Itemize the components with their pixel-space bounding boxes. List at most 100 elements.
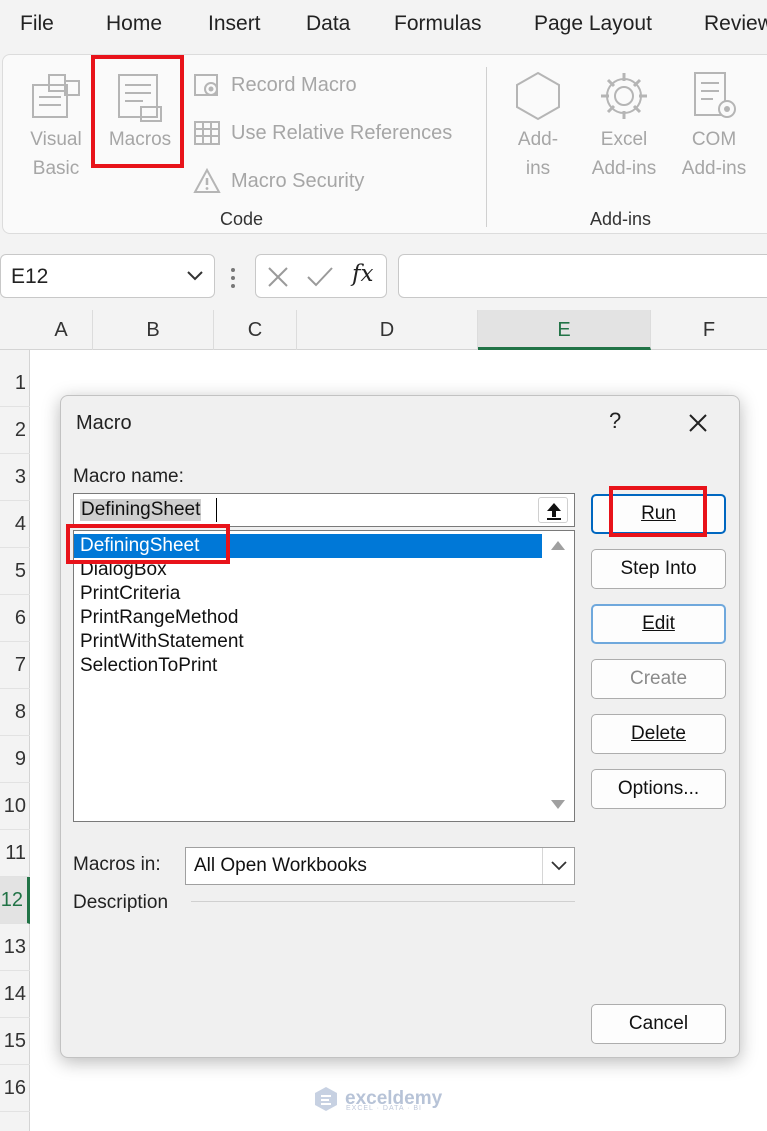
chevron-down-icon[interactable] [186, 269, 204, 283]
menu-home[interactable]: Home [106, 12, 162, 36]
exceldemy-logo-icon [315, 1087, 337, 1111]
row-header[interactable]: 6 [0, 595, 30, 642]
menu-insert[interactable]: Insert [208, 12, 261, 36]
relative-references-icon [194, 121, 220, 145]
row-headers: 1 2 3 4 5 6 7 8 9 10 11 12 13 14 15 16 [0, 350, 30, 1131]
insert-function-icon[interactable]: fx [352, 261, 373, 287]
options-button[interactable]: Options... [591, 769, 726, 809]
warning-icon [193, 167, 221, 193]
edit-button-label: Edit [642, 613, 675, 634]
column-headers: A B C D E F [0, 310, 767, 350]
step-into-button[interactable]: Step Into [591, 549, 726, 589]
delete-button[interactable]: Delete [591, 714, 726, 754]
excel-add-ins-label-1: Excel [600, 129, 648, 150]
menu-review[interactable]: Review [704, 12, 767, 36]
macro-list[interactable]: DefiningSheet DialogBox PrintCriteria Pr… [73, 530, 575, 822]
column-header-d[interactable]: D [297, 310, 478, 350]
excel-add-ins-label-2: Add-ins [591, 158, 657, 179]
row-header[interactable]: 13 [0, 924, 30, 971]
row-header[interactable]: 1 [0, 360, 30, 407]
use-relative-references-button[interactable]: Use Relative References [193, 117, 452, 149]
use-relative-references-label: Use Relative References [231, 121, 453, 144]
menu-formulas[interactable]: Formulas [394, 12, 482, 36]
list-item[interactable]: PrintRangeMethod [74, 606, 238, 630]
dialog-title: Macro [76, 412, 132, 434]
name-box[interactable]: E12 [0, 254, 215, 298]
description-divider [191, 901, 575, 902]
com-add-ins-button[interactable]: COM Add-ins [671, 67, 757, 183]
com-add-ins-label-2: Add-ins [681, 158, 747, 179]
scroll-up-icon[interactable] [550, 539, 566, 551]
name-box-value: E12 [11, 265, 49, 288]
record-macro-button[interactable]: Record Macro [193, 69, 357, 101]
column-header-e[interactable]: E [478, 310, 651, 350]
row-header[interactable]: 4 [0, 501, 30, 548]
selected-macro-highlight-box [66, 524, 230, 564]
visual-basic-label-1: Visual [30, 129, 82, 150]
macros-in-select[interactable]: All Open Workbooks [185, 847, 575, 885]
watermark-tagline: EXCEL · DATA · BI [346, 1105, 422, 1112]
column-header-c[interactable]: C [214, 310, 297, 350]
confirm-entry-icon[interactable] [306, 265, 334, 289]
list-item[interactable]: PrintCriteria [74, 582, 180, 606]
macro-security-button[interactable]: Macro Security [193, 165, 364, 197]
list-item[interactable]: PrintWithStatement [74, 630, 244, 654]
row-header[interactable]: 15 [0, 1018, 30, 1065]
code-group-label: Code [220, 209, 264, 229]
menu-page-layout[interactable]: Page Layout [534, 12, 652, 36]
list-item[interactable]: SelectionToPrint [74, 654, 217, 678]
visual-basic-icon [32, 74, 80, 118]
delete-button-label: Delete [631, 723, 686, 744]
gear-icon [601, 73, 647, 119]
menu-file[interactable]: File [20, 12, 54, 36]
cancel-entry-icon[interactable] [266, 265, 290, 289]
formula-bar: E12 fx [0, 236, 767, 310]
visual-basic-button[interactable]: Visual Basic [21, 67, 91, 183]
row-header[interactable]: 2 [0, 407, 30, 454]
macros-in-dropdown[interactable] [542, 848, 574, 884]
row-header[interactable]: 7 [0, 642, 30, 689]
com-add-ins-label-1: COM [691, 129, 737, 150]
chevron-down-icon [551, 861, 567, 871]
cancel-button[interactable]: Cancel [591, 1004, 726, 1044]
collapse-dialog-button[interactable] [538, 497, 568, 523]
macros-highlight-box [91, 55, 184, 168]
formula-controls: fx [255, 254, 387, 298]
create-button-label: Create [629, 668, 688, 689]
edit-button[interactable]: Edit [591, 604, 726, 644]
watermark: exceldemy EXCEL · DATA · BI [312, 1084, 442, 1114]
row-header[interactable]: 5 [0, 548, 30, 595]
macro-name-input[interactable]: DefiningSheet [73, 493, 575, 527]
record-macro-icon [194, 74, 218, 96]
more-options-icon[interactable] [229, 266, 237, 290]
options-button-label: Options... [617, 778, 700, 799]
com-add-ins-icon [694, 72, 736, 118]
macros-in-label: Macros in: [73, 854, 161, 875]
create-button[interactable]: Create [591, 659, 726, 699]
step-into-button-label: Step Into [620, 558, 697, 579]
menu-bar: File Home Insert Data Formulas Page Layo… [0, 0, 767, 52]
record-macro-label: Record Macro [231, 73, 357, 96]
row-header[interactable]: 9 [0, 736, 30, 783]
add-ins-label-1: Add- [517, 129, 559, 150]
row-header[interactable]: 8 [0, 689, 30, 736]
macro-security-label: Macro Security [231, 169, 365, 192]
row-header[interactable]: 11 [0, 830, 30, 877]
scroll-down-icon[interactable] [550, 799, 566, 811]
close-icon[interactable] [683, 408, 713, 438]
row-header[interactable]: 10 [0, 783, 30, 830]
help-button[interactable]: ? [609, 408, 621, 434]
column-header-f[interactable]: F [651, 310, 767, 350]
add-ins-label-2: ins [525, 158, 551, 179]
menu-data[interactable]: Data [306, 12, 350, 36]
column-header-b[interactable]: B [93, 310, 214, 350]
column-header-a[interactable]: A [30, 310, 93, 350]
row-header-selected[interactable]: 12 [0, 877, 30, 924]
excel-add-ins-button[interactable]: Excel Add-ins [581, 67, 667, 183]
row-header[interactable]: 16 [0, 1065, 30, 1112]
row-header[interactable]: 3 [0, 454, 30, 501]
list-scrollbar[interactable] [542, 531, 574, 821]
add-ins-button[interactable]: Add- ins [505, 67, 571, 183]
formula-input[interactable] [398, 254, 767, 298]
row-header[interactable]: 14 [0, 971, 30, 1018]
